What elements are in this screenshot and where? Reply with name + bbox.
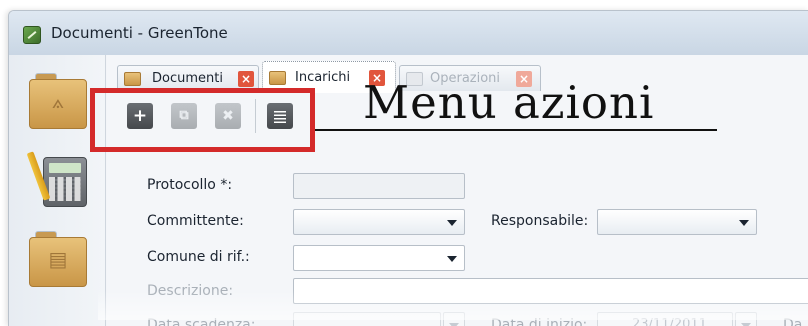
bottom-fade	[98, 290, 808, 320]
chevron-down-icon	[739, 220, 749, 226]
chevron-down-icon	[447, 256, 457, 262]
annotation-label: Menu azioni	[363, 76, 655, 129]
annotation-underline	[315, 129, 717, 131]
calculator-icon[interactable]	[26, 151, 87, 207]
folder-compass-icon[interactable]: ⟑	[29, 73, 87, 129]
protocollo-field[interactable]	[293, 173, 465, 199]
responsabile-select[interactable]	[597, 209, 757, 235]
toolbar-highlight-box	[90, 88, 315, 152]
responsabile-label: Responsabile:	[491, 213, 589, 229]
greentone-icon	[23, 26, 41, 44]
window-title: Documenti - GreenTone	[51, 24, 228, 42]
app-window: Documenti - GreenTone ⟑ ▤ Documenti × In…	[8, 10, 808, 326]
comune-label: Comune di rif.:	[147, 249, 250, 265]
committente-select[interactable]	[293, 209, 465, 235]
committente-label: Committente:	[147, 213, 244, 229]
chevron-down-icon	[447, 220, 457, 226]
title-bar: Documenti - GreenTone	[9, 11, 808, 55]
folder-document-icon[interactable]: ▤	[29, 231, 87, 287]
comune-select[interactable]	[293, 245, 465, 271]
protocollo-label: Protocollo *:	[147, 177, 233, 193]
